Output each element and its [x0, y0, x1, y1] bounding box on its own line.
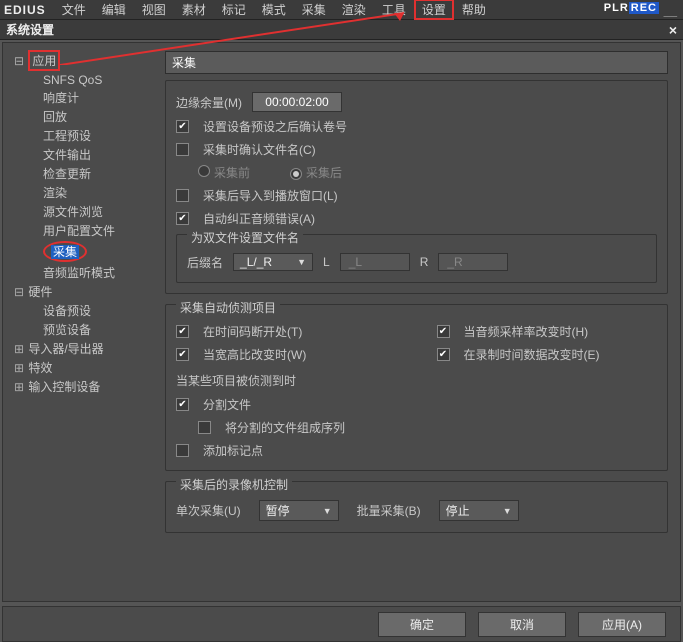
chk-audio-rate[interactable]	[437, 325, 450, 338]
rdo-after[interactable]	[290, 168, 302, 180]
tree-item-snfs[interactable]: SNFS QoS	[13, 72, 155, 88]
tree-item-render[interactable]: 渲染	[13, 183, 155, 202]
menu-view[interactable]: 视图	[134, 0, 174, 20]
minimize-icon[interactable]: __	[664, 4, 677, 18]
tree-item-devpreset[interactable]: 设备预设	[13, 301, 155, 320]
chk-aspect[interactable]	[176, 348, 189, 361]
settings-pane: 采集 边缘余量(M) 00:00:02:00 设置设备预设之后确认卷号 采集时确…	[157, 43, 680, 601]
menu-render[interactable]: 渲染	[334, 0, 374, 20]
menu-clip[interactable]: 素材	[174, 0, 214, 20]
dd-single[interactable]: 暂停▼	[259, 500, 339, 521]
rdo-before[interactable]	[198, 165, 210, 177]
tree-node-hw[interactable]: ⊟ 硬件	[13, 282, 155, 301]
menu-file[interactable]: 文件	[54, 0, 94, 20]
tree-item-profile[interactable]: 用户配置文件	[13, 221, 155, 240]
tree-node-fx[interactable]: ⊞ 特效	[13, 358, 155, 377]
tree-node-ctrl[interactable]: ⊞ 输入控制设备	[13, 377, 155, 396]
tree-item-playback[interactable]: 回放	[13, 107, 155, 126]
nav-tree: ⊟ 应用 SNFS QoS 响度计 回放 工程预设 文件输出 检查更新 渲染 源…	[3, 43, 157, 601]
apply-button[interactable]: 应用(A)	[578, 612, 666, 637]
chk-split[interactable]	[176, 398, 189, 411]
pane-title: 采集	[165, 51, 668, 74]
menu-help[interactable]: 帮助	[454, 0, 494, 20]
tree-item-source[interactable]: 源文件浏览	[13, 202, 155, 221]
dialog-titlebar: 系统设置 ×	[0, 20, 683, 40]
app-logo: EDIUS	[4, 3, 46, 17]
chk-auto-audio[interactable]	[176, 212, 189, 225]
tree-node-io[interactable]: ⊞ 导入器/导出器	[13, 339, 155, 358]
close-icon[interactable]: ×	[669, 22, 677, 38]
menu-mode[interactable]: 模式	[254, 0, 294, 20]
menu-marker[interactable]: 标记	[214, 0, 254, 20]
tree-item-fileout[interactable]: 文件输出	[13, 145, 155, 164]
menu-capture[interactable]: 采集	[294, 0, 334, 20]
margin-timecode[interactable]: 00:00:02:00	[252, 92, 342, 112]
ok-button[interactable]: 确定	[378, 612, 466, 637]
field-l[interactable]: _L	[340, 253, 410, 271]
chk-confirm-reel[interactable]	[176, 120, 189, 133]
chk-after-import[interactable]	[176, 189, 189, 202]
brand-logo: PLRREC	[604, 2, 659, 14]
menu-edit[interactable]: 编辑	[94, 0, 134, 20]
tree-node-app[interactable]: ⊟ 应用	[13, 49, 155, 72]
section-detect: 采集自动侦测项目 在时间码断开处(T) 当宽高比改变时(W) 当音频采样率改变时…	[165, 304, 668, 471]
margin-label: 边缘余量(M)	[176, 94, 242, 111]
section-deckctl: 采集后的录像机控制 单次采集(U) 暂停▼ 批量采集(B) 停止▼	[165, 481, 668, 533]
section-general: 边缘余量(M) 00:00:02:00 设置设备预设之后确认卷号 采集时确认文件…	[165, 80, 668, 294]
group-dualfile: 为双文件设置文件名 后缀名 _L/_R▼ L _L R _R	[176, 234, 657, 283]
menu-tools[interactable]: 工具	[374, 0, 414, 20]
dialog-footer: 确定 取消 应用(A)	[2, 606, 681, 642]
tree-item-capture[interactable]: 采集	[13, 240, 155, 263]
dd-batch[interactable]: 停止▼	[439, 500, 519, 521]
cancel-button[interactable]: 取消	[478, 612, 566, 637]
tree-item-loudness[interactable]: 响度计	[13, 88, 155, 107]
field-r[interactable]: _R	[438, 253, 508, 271]
menu-settings[interactable]: 设置	[414, 0, 454, 20]
tree-item-audiomon[interactable]: 音频监听模式	[13, 263, 155, 282]
tree-item-preview[interactable]: 预览设备	[13, 320, 155, 339]
tree-item-preset[interactable]: 工程预设	[13, 126, 155, 145]
chk-build-seq[interactable]	[198, 421, 211, 434]
dd-suffix[interactable]: _L/_R▼	[233, 253, 313, 271]
tree-item-update[interactable]: 检查更新	[13, 164, 155, 183]
chk-confirm-filename[interactable]	[176, 143, 189, 156]
chk-add-marker[interactable]	[176, 444, 189, 457]
chk-rec-data[interactable]	[437, 348, 450, 361]
chk-tc-break[interactable]	[176, 325, 189, 338]
dialog-title: 系统设置	[6, 21, 54, 38]
menubar: EDIUS 文件 编辑 视图 素材 标记 模式 采集 渲染 工具 设置 帮助 P…	[0, 0, 683, 20]
